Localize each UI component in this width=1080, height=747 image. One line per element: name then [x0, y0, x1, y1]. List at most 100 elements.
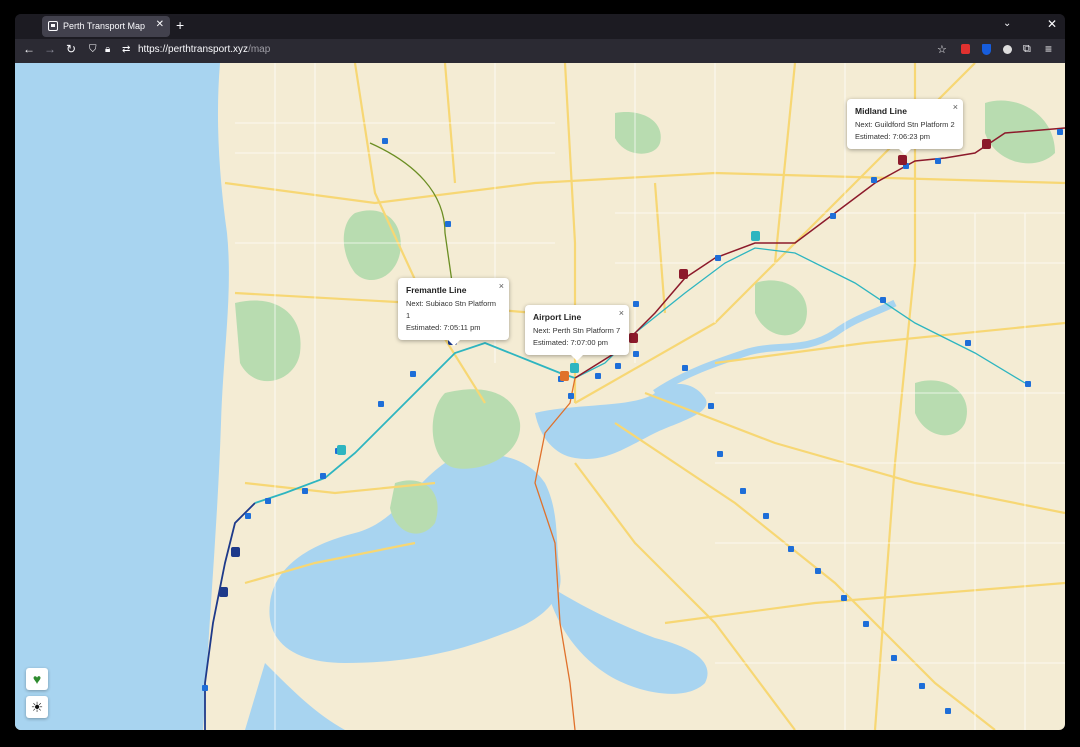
url-path: /map: [248, 44, 271, 55]
tab-bar: Perth Transport Map ✕ + ⌄ ✕: [15, 14, 1065, 39]
station-icon: [320, 473, 326, 479]
park-far-east: [915, 380, 967, 436]
train-icon: [560, 371, 569, 381]
ublock-icon[interactable]: [1003, 45, 1012, 54]
url-host: https://perthtransport.xyz: [138, 44, 249, 55]
transport-map[interactable]: × Fremantle Line Next: Subiaco Stn Platf…: [15, 63, 1065, 730]
station-icon: [965, 340, 971, 346]
station-icon: [615, 363, 621, 369]
popup-tip: [447, 340, 460, 346]
popup-close-icon[interactable]: ×: [953, 101, 958, 113]
extension-icon[interactable]: [961, 44, 970, 54]
train-icon: [679, 269, 688, 279]
station-icon: [740, 488, 746, 494]
ocean: [15, 63, 229, 730]
train-markers[interactable]: [219, 139, 991, 597]
train-icon: [629, 333, 638, 343]
station-icon: [595, 373, 601, 379]
lock-icon[interactable]: 🔒︎: [105, 44, 110, 55]
popup-next-stop: Next: Subiaco Stn Platform 1: [406, 299, 497, 320]
train-icon-airport: [570, 363, 579, 373]
nav-bar: ← → ↻ ⛉ 🔒︎ ⇄ https://perthtransport.xyz/…: [15, 39, 1065, 63]
popup-line-name: Airport Line: [533, 312, 582, 322]
map-canvas[interactable]: [15, 63, 1065, 730]
station-icon: [1057, 129, 1063, 135]
station-icon: [202, 685, 208, 691]
popup-airport: × Airport Line Next: Perth Stn Platform …: [525, 305, 629, 361]
station-icon: [891, 655, 897, 661]
train-icon: [337, 445, 346, 455]
popup-next-stop: Next: Guildford Stn Platform 2: [855, 120, 955, 129]
station-icon: [708, 403, 714, 409]
popup-eta: Estimated: 7:06:23 pm: [855, 132, 931, 141]
browser-window: Perth Transport Map ✕ + ⌄ ✕ ← → ↻ ⛉ 🔒︎ ⇄…: [15, 14, 1065, 730]
tab-close-icon[interactable]: ✕: [156, 19, 164, 30]
back-icon[interactable]: ←: [23, 42, 35, 56]
park-lake-monger: [343, 210, 401, 281]
train-icon: [219, 587, 228, 597]
popup-next-stop: Next: Perth Stn Platform 7: [533, 326, 621, 335]
theme-toggle-button[interactable]: ☀: [26, 696, 48, 718]
train-favicon-icon: [48, 21, 58, 31]
close-window-icon[interactable]: ✕: [1047, 17, 1057, 31]
station-icon: [715, 255, 721, 261]
station-icon: [633, 301, 639, 307]
popup-line-name: Fremantle Line: [406, 285, 467, 295]
heart-icon: ♥: [32, 671, 42, 687]
station-icon: [245, 513, 251, 519]
river-perth-water: [535, 383, 707, 459]
station-icon: [919, 683, 925, 689]
chevron-down-icon[interactable]: ⌄: [1003, 18, 1011, 29]
station-icon: [633, 351, 639, 357]
popup-eta: Estimated: 7:07:00 pm: [533, 338, 609, 347]
shield-icon[interactable]: ⛉: [89, 44, 97, 55]
popup-tip: [571, 355, 583, 361]
favorite-button[interactable]: ♥: [26, 668, 48, 690]
popup-midland: × Midland Line Next: Guildford Stn Platf…: [847, 99, 963, 155]
park-west: [235, 300, 301, 382]
station-icon: [945, 708, 951, 714]
station-icon: [880, 297, 886, 303]
menu-icon[interactable]: ≡: [1045, 42, 1052, 56]
station-icon: [265, 498, 271, 504]
station-icon: [863, 621, 869, 627]
forward-icon[interactable]: →: [44, 42, 56, 56]
bitwarden-icon[interactable]: [982, 44, 991, 55]
reload-icon[interactable]: ↻: [66, 42, 76, 56]
bookmark-star-icon[interactable]: ☆: [937, 43, 947, 56]
station-icon: [871, 177, 877, 183]
train-icon: [982, 139, 991, 149]
url-bar[interactable]: https://perthtransport.xyz/map: [138, 44, 270, 55]
extensions-icon[interactable]: ⧉: [1023, 43, 1031, 56]
park-north: [615, 112, 661, 154]
park-kings-park: [432, 389, 521, 469]
station-icon: [763, 513, 769, 519]
station-icon: [1025, 381, 1031, 387]
station-icon: [302, 488, 308, 494]
station-icon: [445, 221, 451, 227]
train-icon: [751, 231, 760, 241]
station-icon: [378, 401, 384, 407]
sun-icon: ☀: [30, 699, 44, 715]
train-icon-midland: [898, 155, 907, 165]
station-icon: [717, 451, 723, 457]
popup-close-icon[interactable]: ×: [619, 307, 624, 319]
tracking-icon[interactable]: ⇄: [122, 44, 130, 55]
popup-eta: Estimated: 7:05:11 pm: [406, 323, 481, 332]
popup-tip: [899, 149, 911, 155]
tab-title: Perth Transport Map: [63, 21, 146, 31]
popup-close-icon[interactable]: ×: [499, 280, 504, 292]
tab-perth-transport[interactable]: Perth Transport Map ✕: [42, 16, 170, 37]
station-icon: [382, 138, 388, 144]
station-icon: [935, 158, 941, 164]
popup-fremantle: × Fremantle Line Next: Subiaco Stn Platf…: [398, 278, 509, 346]
train-icon: [231, 547, 240, 557]
station-icon: [410, 371, 416, 377]
station-icon: [830, 213, 836, 219]
river-mouth: [245, 663, 345, 730]
station-icon: [682, 365, 688, 371]
park-east: [755, 280, 807, 336]
new-tab-icon[interactable]: +: [176, 17, 184, 33]
station-icon: [841, 595, 847, 601]
station-icon: [815, 568, 821, 574]
